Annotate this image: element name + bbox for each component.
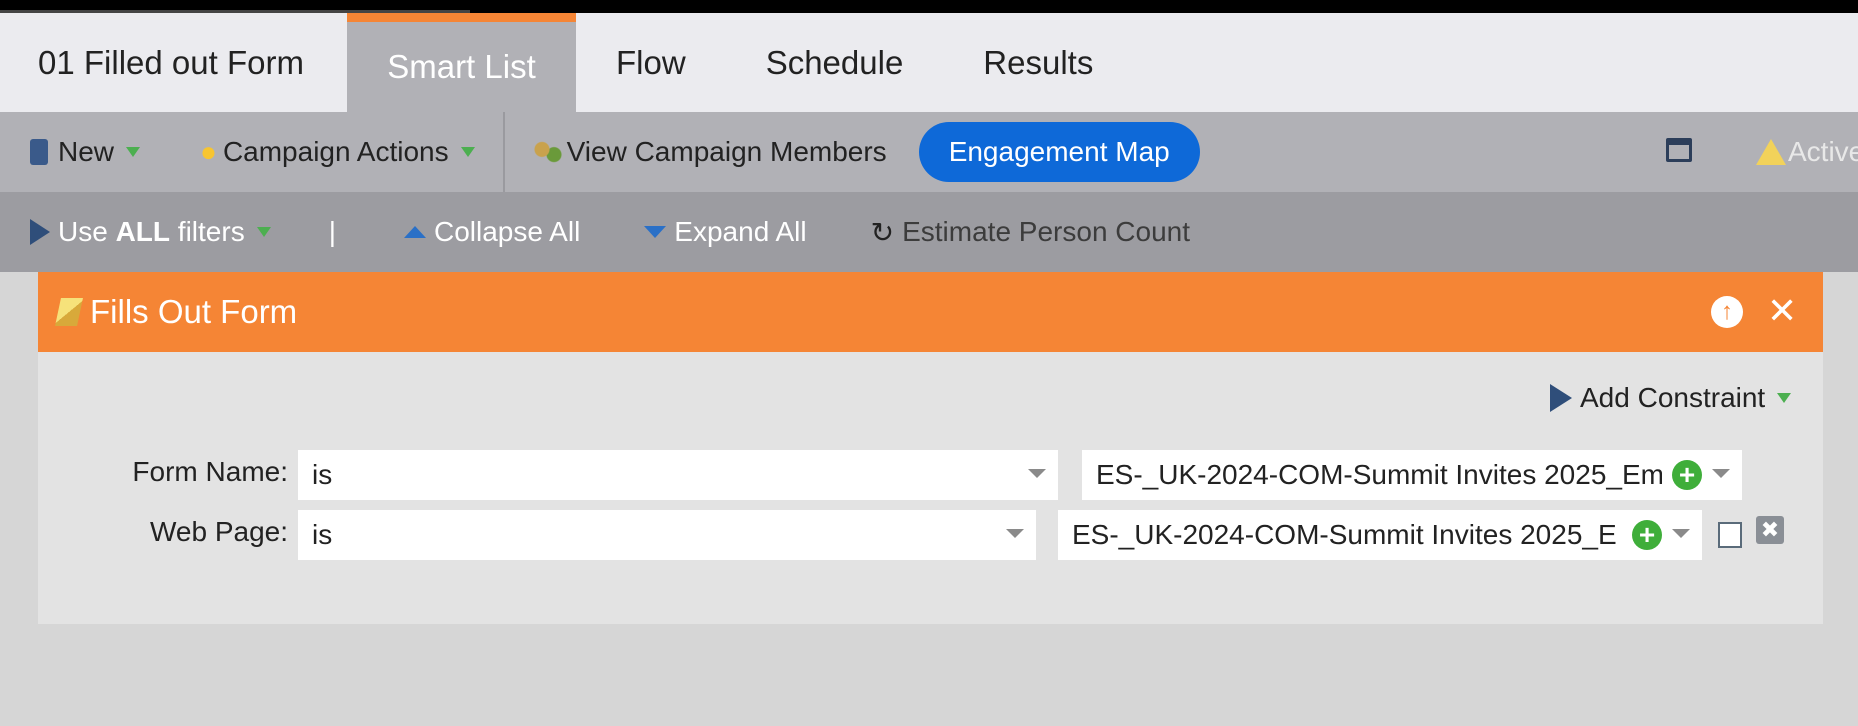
chevron-down-icon: [1006, 529, 1024, 538]
web-page-operator-select[interactable]: is: [298, 510, 1036, 560]
search-page-icon[interactable]: [1718, 522, 1742, 548]
use-all-filters-button[interactable]: Use ALL filters: [30, 216, 271, 248]
filter-icon: [30, 219, 50, 245]
new-icon: [30, 139, 48, 165]
lightbulb-icon: ●: [200, 136, 217, 167]
expand-icon: [644, 226, 667, 238]
expand-all-button[interactable]: Expand All: [644, 216, 807, 248]
tab-campaign-name[interactable]: 01 Filled out Form: [0, 13, 347, 112]
filter-icon: [1550, 384, 1572, 412]
add-value-icon[interactable]: +: [1632, 520, 1662, 550]
filter-toolbar: Use ALL filters | Collapse All Expand Al…: [0, 192, 1858, 272]
web-page-value: ES-_UK-2024-COM-Summit Invites 2025_E: [1072, 519, 1617, 550]
campaign-actions-label: Campaign Actions: [222, 136, 449, 167]
toolbar-divider: [502, 112, 505, 192]
tab-smart-list[interactable]: Smart List: [347, 13, 576, 112]
filter-header: Fills Out Form ↑ ✕: [38, 272, 1823, 352]
tab-results[interactable]: Results: [943, 13, 1133, 112]
campaign-actions-button[interactable]: ● Campaign Actions: [200, 112, 475, 192]
use-bold: ALL: [115, 216, 171, 247]
estimate-person-count-button[interactable]: ↻ Estimate Person Count: [871, 216, 1190, 249]
active-label: Active: [1788, 136, 1858, 167]
top-bar: [0, 0, 1858, 13]
web-page-value-select[interactable]: ES-_UK-2024-COM-Summit Invites 2025_E +: [1058, 510, 1702, 560]
dropdown-arrow-icon: [126, 147, 141, 157]
tab-schedule[interactable]: Schedule: [726, 13, 944, 112]
main-toolbar: New ● Campaign Actions View Campaign Mem…: [0, 112, 1858, 192]
use-prefix: Use: [58, 216, 116, 247]
form-name-value: ES-_UK-2024-COM-Summit Invites 2025_Em: [1096, 459, 1662, 490]
filter-divider: |: [328, 216, 336, 247]
refresh-icon: ↻: [870, 216, 895, 248]
move-up-icon[interactable]: ↑: [1711, 296, 1743, 328]
filter-title: Fills Out Form: [90, 293, 298, 330]
window-icon[interactable]: [1666, 138, 1692, 162]
new-label: New: [58, 136, 115, 167]
active-status[interactable]: Active: [1756, 112, 1858, 192]
add-value-icon[interactable]: +: [1672, 460, 1702, 490]
chevron-down-icon: [1672, 529, 1690, 538]
remove-constraint-icon[interactable]: ✖: [1756, 516, 1784, 544]
chevron-down-icon: [1028, 469, 1046, 478]
tab-bar: 01 Filled out Form Smart List Flow Sched…: [0, 13, 1858, 112]
view-campaign-members-button[interactable]: View Campaign Members: [532, 112, 887, 192]
top-accent: [0, 10, 470, 13]
form-name-operator-select[interactable]: is: [298, 450, 1058, 500]
collapse-icon: [403, 226, 426, 238]
add-constraint-label: Add Constraint: [1580, 382, 1766, 413]
web-page-label: Web Page:: [149, 516, 288, 547]
members-icon: [532, 139, 563, 165]
dropdown-arrow-icon: [1777, 393, 1792, 403]
operator-value: is: [312, 519, 333, 550]
form-name-label: Form Name:: [132, 456, 288, 487]
add-constraint-button[interactable]: Add Constraint: [1550, 382, 1792, 414]
form-pencil-icon: [55, 298, 83, 326]
use-suffix: filters: [170, 216, 245, 247]
dropdown-arrow-icon: [460, 147, 475, 157]
tab-flow[interactable]: Flow: [576, 13, 726, 112]
operator-value: is: [312, 459, 333, 490]
expand-all-label: Expand All: [674, 216, 807, 247]
collapse-all-button[interactable]: Collapse All: [403, 216, 581, 248]
chevron-down-icon: [1712, 469, 1730, 478]
new-button[interactable]: New: [30, 112, 141, 192]
warning-icon: [1756, 139, 1786, 165]
close-icon[interactable]: ✕: [1767, 290, 1797, 332]
collapse-all-label: Collapse All: [433, 216, 581, 247]
view-campaign-members-label: View Campaign Members: [566, 136, 887, 167]
filter-body: Add Constraint Form Name: is ES-_UK-2024…: [38, 352, 1823, 624]
dropdown-arrow-icon: [256, 227, 271, 237]
form-name-value-select[interactable]: ES-_UK-2024-COM-Summit Invites 2025_Em +: [1082, 450, 1742, 500]
engagement-map-button[interactable]: Engagement Map: [918, 122, 1200, 182]
estimate-person-count-label: Estimate Person Count: [902, 216, 1191, 247]
